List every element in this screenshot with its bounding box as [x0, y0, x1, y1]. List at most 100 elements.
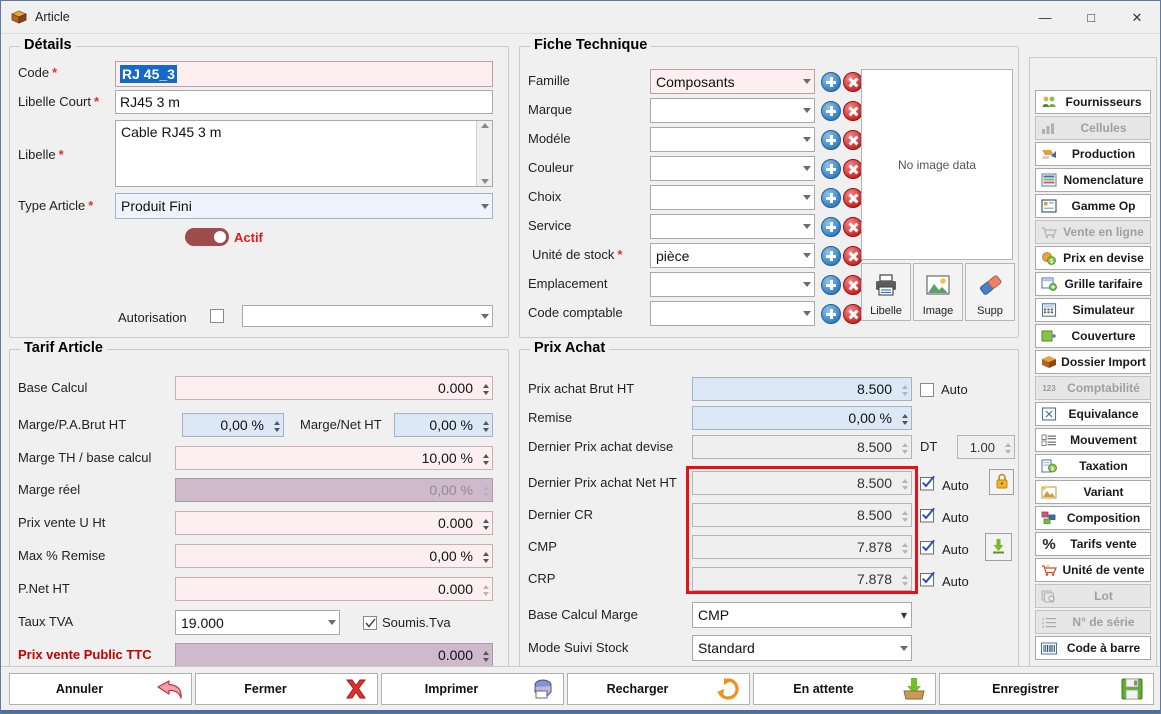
chevron-down-icon[interactable] [800, 311, 814, 316]
enregistrer-button[interactable]: Enregistrer [939, 673, 1154, 705]
taux-tva-select[interactable]: 19.000 [175, 610, 340, 635]
chevron-down-icon[interactable] [478, 203, 492, 209]
autorisation-checkbox[interactable] [210, 309, 224, 323]
remise-input[interactable]: 0,00 % [692, 406, 912, 430]
chevron-down-icon[interactable] [800, 166, 814, 171]
sidebar-item-gamme-op[interactable]: Gamme Op [1035, 194, 1151, 218]
sidebar-item-prix-en-devise[interactable]: $ Prix en devise [1035, 246, 1151, 270]
chevron-down-icon[interactable] [800, 137, 814, 142]
chevron-down-icon[interactable] [800, 108, 814, 113]
add-icon-service[interactable] [821, 217, 841, 237]
annuler-button[interactable]: Annuler [9, 673, 192, 705]
crp-auto-checkbox[interactable] [920, 572, 936, 590]
prix-public-input[interactable]: 0.000 [175, 643, 493, 667]
choix-select[interactable] [650, 185, 815, 210]
sidebar-item-mouvement[interactable]: Mouvement [1035, 428, 1151, 452]
chevron-down-icon[interactable] [478, 313, 492, 319]
spinner-max-remise[interactable] [479, 545, 492, 569]
add-icon-code-comptable[interactable] [821, 304, 841, 324]
add-icon-choix[interactable] [821, 188, 841, 208]
marge-th-input[interactable]: 10,00 % [175, 446, 493, 470]
sidebar-item-taxation[interactable]: $ Taxation [1035, 454, 1151, 478]
prix-vente-u-input[interactable]: 0.000 [175, 511, 493, 535]
add-icon-unite-stock[interactable] [821, 246, 841, 266]
soumis-tva-checkbox-row[interactable]: Soumis.Tva [363, 615, 451, 630]
recharger-button[interactable]: Recharger [567, 673, 750, 705]
sidebar-item-dossier-import[interactable]: Dossier Import [1035, 350, 1151, 374]
libelle-textarea[interactable]: Cable RJ45 3 m [115, 120, 493, 187]
add-icon-famille[interactable] [821, 72, 841, 92]
dernier-cr-auto-checkbox[interactable] [920, 508, 936, 526]
libelle-print-button[interactable]: Libelle [861, 263, 911, 321]
checkbox-box[interactable] [210, 309, 224, 323]
add-icon-modele[interactable] [821, 130, 841, 150]
image-button[interactable]: Image [913, 263, 963, 321]
crp-auto-row[interactable]: Auto [920, 572, 969, 590]
dernier-net-auto-checkbox[interactable] [920, 476, 936, 494]
chevron-down-icon[interactable] [800, 79, 814, 84]
spinner-prix-public[interactable] [479, 644, 492, 668]
sidebar-item-unite-de-vente[interactable]: Unité de vente [1035, 558, 1151, 582]
delete-icon-modele[interactable] [843, 130, 863, 150]
delete-icon-emplacement[interactable] [843, 275, 863, 295]
chevron-down-icon[interactable] [897, 645, 911, 651]
modele-select[interactable] [650, 127, 815, 152]
add-icon-marque[interactable] [821, 101, 841, 121]
scroll-down-icon[interactable] [480, 179, 489, 184]
sidebar-item-simulateur[interactable]: Simulateur [1035, 298, 1151, 322]
sidebar-item-production[interactable]: Production [1035, 142, 1151, 166]
dernier-net-auto-row[interactable]: Auto [920, 476, 969, 494]
famille-select[interactable]: Composants [650, 69, 815, 94]
lock-button[interactable] [989, 469, 1014, 495]
sidebar-item-code-a-barre[interactable]: Code à barre [1035, 636, 1151, 660]
en-attente-button[interactable]: En attente [753, 673, 936, 705]
libelle-scrollbar[interactable] [476, 121, 492, 186]
max-remise-input[interactable]: 0,00 % [175, 544, 493, 568]
marge-pa-input[interactable]: 0,00 % [182, 413, 284, 437]
spinner-marge-net[interactable] [479, 414, 492, 438]
autorisation-select[interactable] [242, 305, 493, 327]
spinner-marge-pa[interactable] [270, 414, 283, 438]
add-icon-emplacement[interactable] [821, 275, 841, 295]
spinner-marge-th[interactable] [479, 447, 492, 471]
cmp-auto-checkbox[interactable] [920, 540, 936, 558]
maximize-button[interactable]: □ [1068, 1, 1114, 33]
unite-stock-select[interactable]: pièce [650, 243, 815, 268]
chevron-down-icon[interactable] [325, 620, 339, 625]
delete-icon-unite-stock[interactable] [843, 246, 863, 266]
prix-brut-input[interactable]: 8.500 [692, 377, 912, 401]
sidebar-item-variant[interactable]: Variant [1035, 480, 1151, 504]
emplacement-select[interactable] [650, 272, 815, 297]
prix-brut-auto-row[interactable]: Auto [920, 382, 968, 397]
delete-icon-choix[interactable] [843, 188, 863, 208]
spinner-base-calcul[interactable] [479, 377, 492, 401]
dernier-cr-auto-row[interactable]: Auto [920, 508, 969, 526]
service-select[interactable] [650, 214, 815, 239]
chevron-down-icon[interactable] [800, 253, 814, 258]
spinner-prix-brut[interactable] [898, 378, 911, 402]
mode-suivi-stock-select[interactable]: Standard [692, 635, 912, 661]
sidebar-item-tarifs-vente[interactable]: % Tarifs vente [1035, 532, 1151, 556]
actif-toggle[interactable] [185, 228, 229, 246]
type-article-select[interactable]: Produit Fini [115, 193, 493, 219]
imprimer-button[interactable]: Imprimer [381, 673, 564, 705]
delete-icon-code-comptable[interactable] [843, 304, 863, 324]
soumis-tva-checkbox[interactable] [363, 615, 377, 630]
delete-icon-marque[interactable] [843, 101, 863, 121]
sidebar-item-grille-tarifaire[interactable]: Grille tarifaire [1035, 272, 1151, 296]
fermer-button[interactable]: Fermer [195, 673, 378, 705]
couleur-select[interactable] [650, 156, 815, 181]
prix-brut-auto-checkbox[interactable] [920, 382, 934, 397]
libelle-court-input[interactable]: RJ45 3 m [115, 90, 493, 114]
supp-button[interactable]: Supp [965, 263, 1015, 321]
sidebar-item-nomenclature[interactable]: Nomenclature [1035, 168, 1151, 192]
marque-select[interactable] [650, 98, 815, 123]
delete-icon-service[interactable] [843, 217, 863, 237]
sidebar-item-fournisseurs[interactable]: Fournisseurs [1035, 90, 1151, 114]
delete-icon-famille[interactable] [843, 72, 863, 92]
spinner-prix-vente-u[interactable] [479, 512, 492, 536]
chevron-down-icon[interactable] [800, 224, 814, 229]
actif-toggle-row[interactable]: Actif [185, 228, 263, 246]
close-button[interactable]: ✕ [1114, 1, 1160, 33]
scroll-up-icon[interactable] [480, 123, 489, 128]
